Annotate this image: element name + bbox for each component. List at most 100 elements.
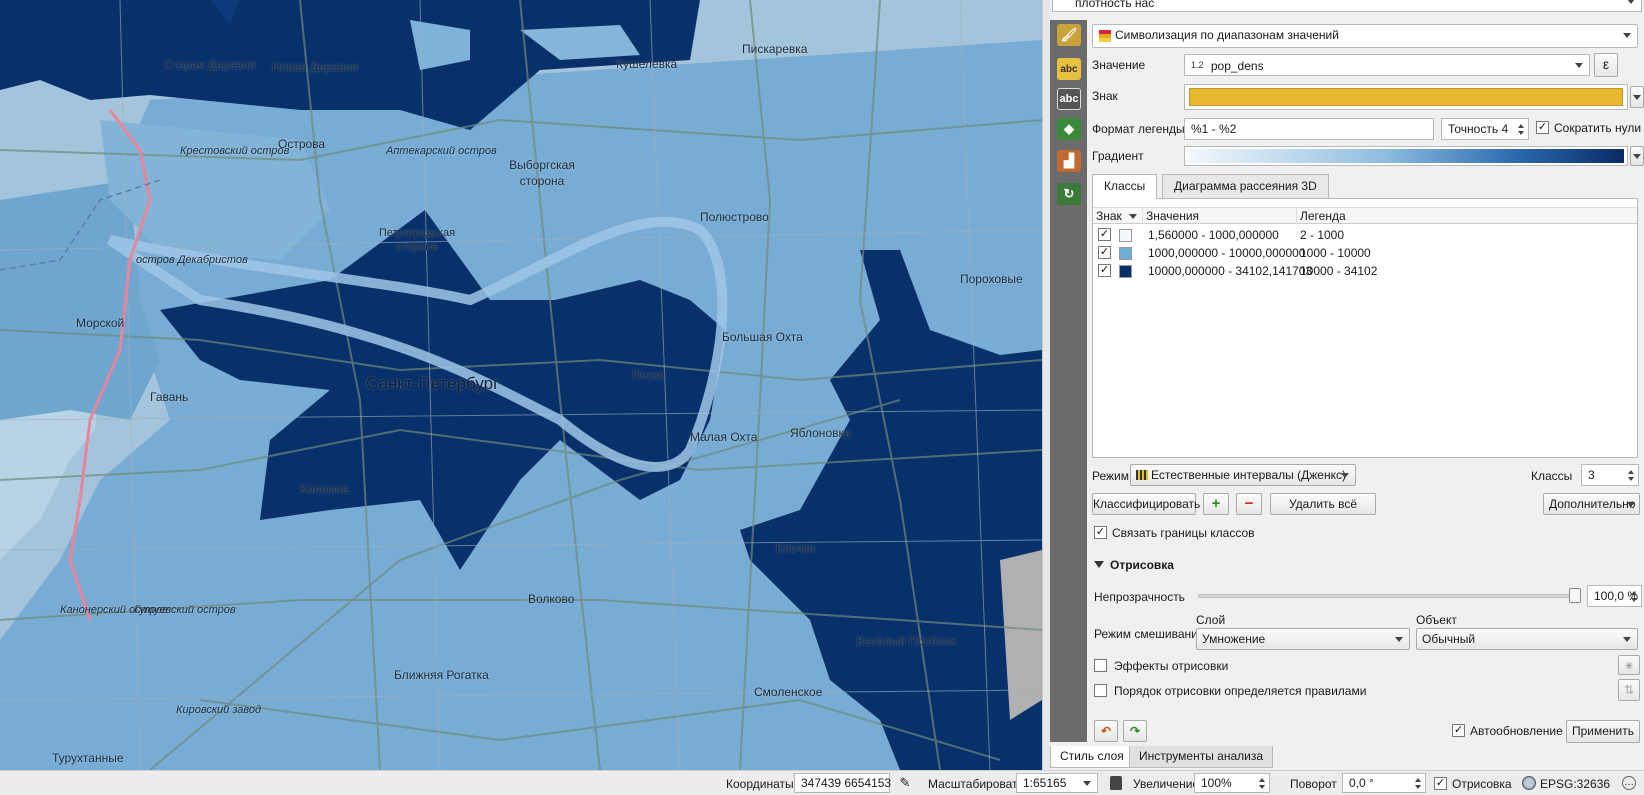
3d-view-icon[interactable]: ◆ — [1057, 118, 1081, 140]
redo-button[interactable]: ↷ — [1123, 720, 1147, 742]
class-legend[interactable]: 10000 - 34102 — [1300, 262, 1377, 280]
class-values[interactable]: 1000,000000 - 10000,000000 — [1148, 244, 1305, 262]
spin-up-icon[interactable] — [1259, 778, 1265, 782]
column-header-legend[interactable]: Легенда — [1297, 208, 1639, 224]
crs-button[interactable]: EPSG:32636 — [1540, 777, 1610, 791]
apply-button[interactable]: Применить — [1566, 720, 1640, 743]
rotation-spinbox[interactable]: 0,0 ° — [1342, 773, 1426, 793]
messages-icon[interactable]: … — [1622, 776, 1636, 790]
crs-globe-icon[interactable] — [1522, 776, 1536, 790]
spin-up-icon[interactable] — [1628, 470, 1634, 474]
class-visible-checkbox[interactable]: ✓ — [1098, 246, 1111, 259]
tab-classes[interactable]: Классы — [1092, 174, 1158, 199]
class-values[interactable]: 1,560000 - 1000,000000 — [1148, 226, 1279, 244]
symbol-label: Знак — [1092, 89, 1118, 103]
renderer-select[interactable]: Символизация по диапазонам значений — [1092, 24, 1638, 48]
rendering-order-checkbox[interactable] — [1094, 684, 1107, 697]
class-legend[interactable]: 2 - 1000 — [1300, 226, 1344, 244]
class-color-swatch[interactable] — [1119, 247, 1132, 260]
legend-format-input[interactable]: %1 - %2 — [1184, 118, 1434, 140]
class-legend[interactable]: 1000 - 10000 — [1300, 244, 1371, 262]
diagrams-icon[interactable]: ▟ — [1057, 150, 1081, 172]
spin-down-icon[interactable] — [1631, 598, 1637, 602]
class-values[interactable]: 10000,000000 - 34102,141703 — [1148, 262, 1312, 280]
spin-up-icon[interactable] — [1415, 778, 1421, 782]
rotation-label: Поворот — [1290, 777, 1337, 791]
lock-scale-icon[interactable] — [1110, 776, 1122, 790]
coordinates-label: Координаты — [726, 777, 794, 791]
labels-icon[interactable]: abc — [1057, 58, 1081, 80]
classification-mode-select[interactable]: Естественные интервалы (Дженкс) — [1130, 464, 1356, 486]
scale-value: 1:65165 — [1023, 776, 1067, 790]
map-label: Новая Деревня — [272, 60, 358, 74]
layer-blend-select[interactable]: Умножение — [1196, 628, 1410, 650]
spin-down-icon[interactable] — [1518, 131, 1524, 135]
column-header-symbol[interactable]: Знак — [1093, 208, 1143, 224]
opacity-spinbox[interactable]: 100,0 % — [1587, 585, 1642, 607]
layer-select[interactable]: плотность нас — [1052, 0, 1642, 12]
object-blend-select[interactable]: Обычный — [1416, 628, 1638, 650]
scale-select[interactable]: 1:65165 — [1016, 773, 1098, 793]
rendering-order-label: Порядок отрисовки определяется правилами — [1114, 684, 1367, 698]
rendering-section-title: Отрисовка — [1110, 558, 1174, 572]
precision-spinbox[interactable]: Точность 4 — [1441, 118, 1529, 140]
color-ramp-button[interactable] — [1184, 146, 1628, 166]
table-row[interactable]: ✓ 1,560000 - 1000,000000 2 - 1000 — [1093, 226, 1637, 244]
history-icon[interactable]: ↻ — [1057, 183, 1081, 205]
undo-button[interactable]: ↶ — [1094, 720, 1118, 742]
delete-all-button[interactable]: Удалить всё — [1270, 493, 1376, 515]
map-canvas[interactable]: Старая Деревня Новая Деревня Пискаревка … — [0, 0, 1042, 770]
paintbrush-icon[interactable]: 🖌 — [1057, 24, 1081, 46]
masks-icon[interactable]: abc — [1057, 88, 1081, 110]
toggle-extents-icon[interactable]: ✎ — [897, 775, 913, 791]
tab-processing-toolbox[interactable]: Инструменты анализа — [1129, 746, 1274, 768]
layer-blend-label: Слой — [1196, 613, 1226, 627]
class-visible-checkbox[interactable]: ✓ — [1098, 228, 1111, 241]
trim-zeros-checkbox[interactable]: ✓ — [1536, 121, 1549, 134]
classes-count-label: Классы — [1531, 469, 1573, 483]
render-checkbox[interactable]: ✓ — [1434, 777, 1447, 790]
remove-class-button[interactable]: − — [1236, 493, 1262, 515]
magnifier-spinbox[interactable]: 100% — [1194, 773, 1270, 793]
expression-button[interactable]: ε — [1594, 53, 1618, 77]
symbol-button[interactable] — [1184, 84, 1628, 110]
opacity-slider-handle[interactable] — [1569, 588, 1581, 603]
chevron-down-icon — [1627, 502, 1635, 507]
spin-up-icon[interactable] — [1631, 591, 1637, 595]
class-visible-checkbox[interactable]: ✓ — [1098, 264, 1111, 277]
opacity-slider-track[interactable] — [1198, 594, 1575, 598]
rendering-order-button[interactable]: ⇅ — [1618, 679, 1640, 701]
effects-settings-button[interactable]: ✷ — [1618, 655, 1640, 675]
class-color-swatch[interactable] — [1119, 229, 1132, 242]
column-header-values[interactable]: Значения — [1143, 208, 1297, 224]
coordinates-input[interactable]: 347439 6654153 — [794, 773, 891, 793]
class-color-swatch[interactable] — [1119, 265, 1132, 278]
spin-up-icon[interactable] — [1518, 124, 1524, 128]
spin-down-icon[interactable] — [1628, 477, 1634, 481]
render-label: Отрисовка — [1452, 777, 1512, 791]
classify-button[interactable]: Классифицировать — [1092, 493, 1200, 515]
rendering-section-header[interactable]: Отрисовка — [1094, 558, 1174, 572]
tab-scatter-3d[interactable]: Диаграмма рассеяния 3D — [1162, 174, 1329, 198]
value-field-select[interactable]: 1.2 pop_dens — [1184, 54, 1590, 76]
draw-effects-checkbox[interactable] — [1094, 659, 1107, 672]
symbol-dropdown-button[interactable] — [1630, 86, 1644, 108]
map-label: Пороховые — [960, 272, 1023, 286]
advanced-button[interactable]: Дополнительно — [1543, 493, 1640, 515]
panel-splitter[interactable] — [1042, 0, 1050, 770]
spin-down-icon[interactable] — [1259, 785, 1265, 789]
blend-mode-label: Режим смешивания — [1094, 627, 1205, 641]
spin-down-icon[interactable] — [1415, 785, 1421, 789]
graduated-renderer-icon — [1099, 30, 1111, 42]
color-ramp-dropdown-button[interactable] — [1630, 146, 1644, 166]
auto-update-checkbox[interactable]: ✓ — [1452, 724, 1465, 737]
classes-count-spinbox[interactable]: 3 — [1581, 464, 1639, 486]
link-boundaries-label: Связать границы классов — [1112, 526, 1255, 540]
tab-layer-styling[interactable]: Стиль слоя — [1050, 746, 1134, 768]
table-row[interactable]: ✓ 10000,000000 - 34102,141703 10000 - 34… — [1093, 262, 1637, 280]
chevron-down-icon — [1575, 63, 1583, 68]
link-boundaries-checkbox[interactable]: ✓ — [1094, 526, 1107, 539]
add-class-button[interactable]: + — [1203, 493, 1229, 515]
table-row[interactable]: ✓ 1000,000000 - 10000,000000 1000 - 1000… — [1093, 244, 1637, 262]
map-label: Пискаревка — [742, 42, 808, 56]
